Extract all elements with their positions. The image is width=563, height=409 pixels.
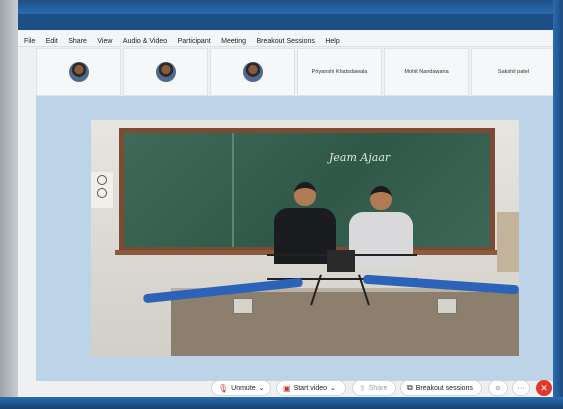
participant-tile[interactable]: Mohit Nandawana xyxy=(384,48,469,96)
presenter-head xyxy=(294,182,316,206)
wall-poster xyxy=(91,172,113,208)
participant-tile[interactable] xyxy=(36,48,121,96)
chevron-down-icon[interactable]: ⌄ xyxy=(330,384,336,392)
unmute-button[interactable]: 🎙 Unmute ⌄ xyxy=(211,380,271,396)
participant-tile[interactable] xyxy=(123,48,208,96)
board-divider xyxy=(232,133,234,247)
meeting-toolbar: 🎙 Unmute ⌄ ▣ Start video ⌄ ⇪ Share ⧉ Bre… xyxy=(18,380,553,397)
avatar xyxy=(68,62,89,82)
participant-tile[interactable]: Sakshil patel xyxy=(471,48,553,96)
more-options-button[interactable]: ··· xyxy=(512,380,530,396)
monitor-bezel-right xyxy=(553,0,563,409)
leave-meeting-button[interactable]: ✕ xyxy=(536,380,552,396)
start-video-label: Start video xyxy=(293,384,328,392)
unmute-label: Unmute xyxy=(231,384,256,392)
share-label: Share xyxy=(368,384,388,392)
window-titlebar xyxy=(18,14,553,30)
more-icon: ··· xyxy=(517,384,525,392)
participant-name: Mohit Nandawana xyxy=(404,69,449,75)
presenter-head xyxy=(370,186,392,210)
share-button[interactable]: ⇪ Share xyxy=(352,380,396,396)
component-box xyxy=(233,298,253,314)
cabinet xyxy=(497,212,519,272)
main-stage: Jeam Ajaar xyxy=(36,96,553,381)
mic-muted-icon: 🎙 xyxy=(218,383,229,393)
participant-tile[interactable] xyxy=(210,48,295,96)
participant-name: Sakshil patel xyxy=(497,69,530,75)
reactions-button[interactable]: ☺ xyxy=(488,380,508,396)
breakout-sessions-button[interactable]: ⧉ Breakout sessions xyxy=(400,380,482,396)
monitor-bezel-left xyxy=(0,0,18,409)
share-icon: ⇪ xyxy=(359,383,366,393)
monitor-bezel-bottom xyxy=(0,397,563,409)
close-icon: ✕ xyxy=(540,382,548,393)
breakout-label: Breakout sessions xyxy=(415,384,473,392)
participant-tile[interactable]: Priyanshi Khatsdawala xyxy=(297,48,382,96)
participant-strip: Priyanshi Khatsdawala Mohit Nandawana Sa… xyxy=(36,48,553,96)
app-window: File Edit Share View Audio & Video Parti… xyxy=(18,14,553,397)
desk xyxy=(171,292,519,356)
monitor-bezel-top xyxy=(0,0,563,14)
camera-off-icon: ▣ xyxy=(283,383,291,393)
avatar xyxy=(155,62,176,82)
avatar xyxy=(242,62,263,82)
menu-file[interactable]: File xyxy=(24,34,35,50)
shared-video: Jeam Ajaar xyxy=(91,120,519,356)
menubar: File Edit Share View Audio & Video Parti… xyxy=(18,30,553,47)
start-video-button[interactable]: ▣ Start video ⌄ xyxy=(276,380,346,396)
breakout-icon: ⧉ xyxy=(407,383,413,392)
chalk-writing: Jeam Ajaar xyxy=(329,151,391,164)
participant-name: Priyanshi Khatsdawala xyxy=(311,69,368,75)
chevron-down-icon[interactable]: ⌄ xyxy=(259,384,265,392)
component-box xyxy=(437,298,457,314)
smile-icon: ☺ xyxy=(494,384,502,392)
